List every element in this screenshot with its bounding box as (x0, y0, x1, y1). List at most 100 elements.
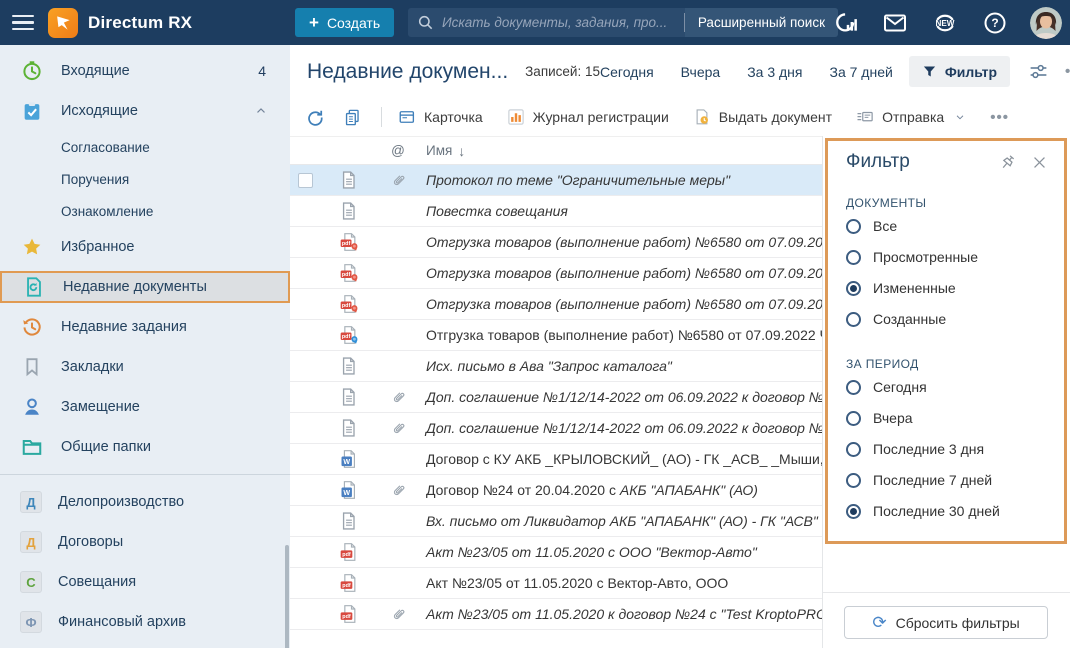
svg-text:?: ? (991, 16, 998, 30)
pdf-icon: pdf (339, 542, 359, 562)
toolbar: Карточка Журнал регистрации Выдать докумен… (290, 98, 1070, 137)
sidebar-scrollbar[interactable] (285, 545, 289, 648)
filter-option[interactable]: Просмотренные (846, 242, 1048, 272)
filter-button[interactable]: Фильтр (909, 56, 1010, 87)
advanced-search-button[interactable]: Расширенный поиск (685, 8, 838, 37)
document-name: Отгрузка товаров (выполнение работ) №658… (426, 296, 838, 312)
radio-button[interactable] (846, 411, 861, 426)
toolbar-button-journal[interactable]: Журнал регистрации (507, 108, 669, 126)
sidebar-item-label: Исходящие (61, 103, 138, 119)
filter-option[interactable]: Вчера (846, 403, 1048, 433)
svg-text:W: W (343, 489, 350, 497)
toolbar-button-issue[interactable]: Выдать документ (693, 108, 832, 126)
quick-filter[interactable]: За 3 дня (747, 64, 802, 80)
filter-option[interactable]: Последние 7 дней (846, 465, 1048, 495)
hamburger-menu-icon[interactable] (12, 11, 34, 34)
radio-button[interactable] (846, 219, 861, 234)
plus-icon: + (309, 14, 319, 31)
toolbar-button-label: Отправка (882, 109, 944, 125)
document-name: Доп. соглашение №1/12/14-2022 от 06.09.2… (426, 420, 840, 436)
document-name: Доп. соглашение №1/12/14-2022 от 06.09.2… (426, 389, 834, 405)
quick-filter[interactable]: За 7 дней (829, 64, 892, 80)
card-icon (398, 108, 416, 126)
sidebar-item-inbox[interactable]: Входящие4 (0, 51, 290, 91)
paperclip-icon (390, 482, 407, 499)
radio-button[interactable] (846, 312, 861, 327)
whats-new-icon[interactable]: NEW (930, 10, 960, 36)
sidebar-item-label: Входящие (61, 63, 130, 79)
header-more-icon[interactable]: ••• (1065, 63, 1070, 80)
search-input[interactable] (434, 15, 684, 30)
sidebar-item-recent-docs[interactable]: Недавние документы (0, 271, 290, 303)
radio-button[interactable] (846, 281, 861, 296)
doc-icon (339, 201, 359, 221)
sidebar-item-outbox[interactable]: Исходящие (0, 91, 290, 131)
toolbar-button-label: Карточка (424, 109, 483, 125)
sidebar-module-4[interactable]: ФФинансовый архив (0, 602, 290, 642)
filter-option[interactable]: Все (846, 211, 1048, 241)
toolbar-button-send[interactable]: Отправка (856, 108, 966, 126)
filter-option[interactable]: Последние 30 дней (846, 496, 1048, 526)
sidebar-module-1[interactable]: ДДелопроизводство (0, 482, 290, 522)
sidebar-subitem[interactable]: Ознакомление (0, 195, 290, 227)
sidebar-item-star[interactable]: Избранное (0, 227, 290, 267)
row-checkbox[interactable] (298, 173, 313, 188)
radio-button[interactable] (846, 473, 861, 488)
shared-folders-icon (20, 436, 44, 458)
svg-text:pdf: pdf (342, 334, 351, 340)
filter-button-label: Фильтр (945, 64, 997, 80)
document-name: Вх. письмо от Ликвидатор АКБ "АПАБАНК" (… (426, 513, 841, 529)
document-name: Договор с КУ АКБ _КРЫЛОВСКИЙ_ (АО) - ГК … (426, 451, 853, 467)
quick-filter[interactable]: Вчера (681, 64, 721, 80)
sidebar-module-3[interactable]: ССовещания (0, 562, 290, 602)
chevron-up-icon[interactable] (254, 104, 268, 118)
toolbar-button-card[interactable]: Карточка (398, 108, 483, 126)
quick-filter[interactable]: Сегодня (600, 64, 654, 80)
filter-option[interactable]: Сегодня (846, 372, 1048, 402)
view-settings-icon[interactable] (1028, 61, 1049, 82)
paperclip-icon (390, 389, 407, 406)
document-name: Исх. письмо в Ава "Запрос каталога" (426, 358, 672, 374)
sidebar-item-bookmark[interactable]: Закладки (0, 347, 290, 387)
filter-option[interactable]: Последние 3 дня (846, 434, 1048, 464)
filter-option[interactable]: Измененные (846, 273, 1048, 303)
sidebar-item-label: Избранное (61, 239, 134, 255)
filter-panel: Фильтр ДОКУМЕНТЫВсеПросмотренныеИзмененн… (822, 136, 1070, 648)
reset-filters-button[interactable]: ⟳ Сбросить фильтры (844, 606, 1048, 639)
copy-icon[interactable] (343, 108, 362, 127)
create-button[interactable]: + Создать (295, 8, 394, 37)
topbar: Directum RX + Создать Расширенный поиск … (0, 0, 1070, 45)
directum-logo-icon[interactable] (48, 8, 78, 38)
radio-button[interactable] (846, 380, 861, 395)
star-icon (20, 236, 44, 258)
toolbar-more-icon[interactable]: ••• (990, 109, 1009, 126)
column-attachment[interactable]: @ (378, 143, 418, 158)
filter-option[interactable]: Созданные (846, 304, 1048, 334)
sort-descending-icon: ↓ (458, 143, 465, 159)
pdf-seal-red-icon: pdf (339, 232, 359, 252)
sidebar-item-label: Недавние задания (61, 319, 187, 335)
filter-option-label: Просмотренные (873, 249, 978, 265)
activity-stats-icon[interactable] (835, 11, 860, 34)
help-icon[interactable]: ? (983, 11, 1007, 35)
document-name: Акт №23/05 от 11.05.2020 с ООО "Вектор-А… (426, 544, 757, 560)
close-icon[interactable] (1031, 154, 1048, 171)
document-name: Отгрузка товаров (выполнение работ) №658… (426, 234, 838, 250)
document-name: Повестка совещания (426, 203, 568, 219)
sidebar-item-recent-tasks[interactable]: Недавние задания (0, 307, 290, 347)
filter-option-label: Последние 3 дня (873, 441, 984, 457)
list-header: Недавние докумен... Записей: 15 СегодняВ… (290, 45, 1070, 98)
mail-icon[interactable] (883, 12, 907, 34)
radio-button[interactable] (846, 504, 861, 519)
sidebar-item-substitution[interactable]: Замещение (0, 387, 290, 427)
refresh-icon[interactable] (305, 108, 324, 127)
radio-button[interactable] (846, 442, 861, 457)
document-name: Протокол по теме "Ограничительные меры" (426, 172, 730, 188)
radio-button[interactable] (846, 250, 861, 265)
sidebar-subitem[interactable]: Согласование (0, 131, 290, 163)
sidebar-module-2[interactable]: ДДоговоры (0, 522, 290, 562)
pin-icon[interactable] (998, 153, 1017, 172)
user-avatar[interactable] (1030, 7, 1062, 39)
sidebar-item-shared-folders[interactable]: Общие папки (0, 427, 290, 467)
sidebar-subitem[interactable]: Поручения (0, 163, 290, 195)
